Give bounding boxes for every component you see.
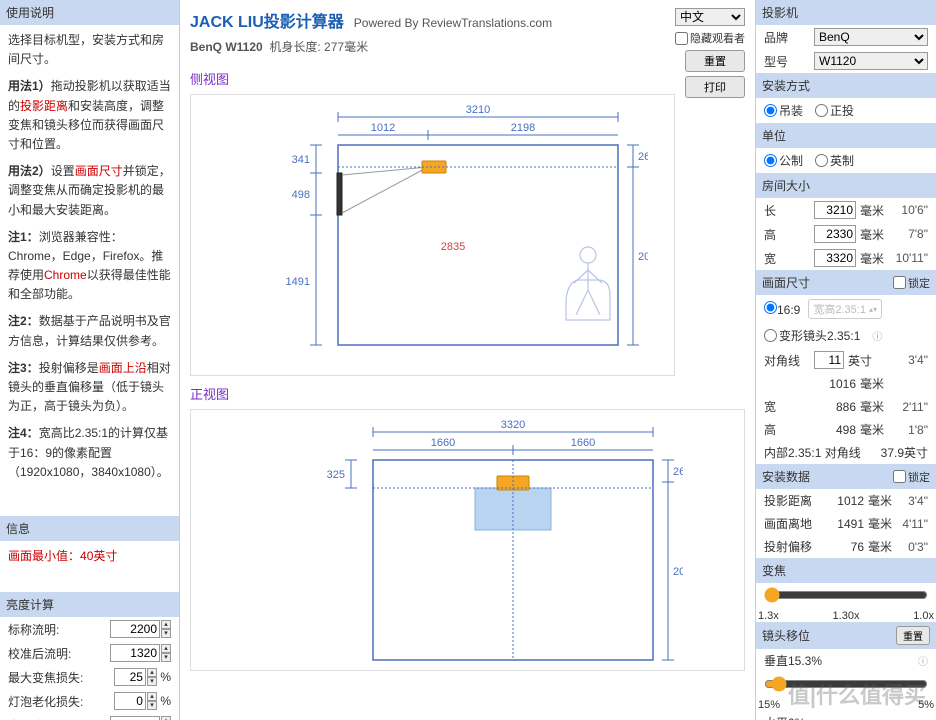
left-panel: 使用说明 选择目标机型，安装方式和房间尺寸。 用法1）拖动投影机以获取适当的投影…: [0, 0, 180, 720]
svg-text:2065: 2065: [673, 566, 683, 578]
mount-front-radio[interactable]: 正投: [815, 102, 854, 119]
lamp-age-input[interactable]: [114, 692, 146, 710]
hide-viewer-checkbox[interactable]: 隐藏观看者: [675, 30, 745, 46]
svg-text:325: 325: [326, 469, 344, 481]
rated-lumens-input[interactable]: [110, 620, 160, 638]
svg-text:498: 498: [291, 189, 309, 201]
screen-header: 画面尺寸 锁定: [756, 270, 936, 295]
screen-lock-checkbox[interactable]: 锁定: [893, 275, 930, 291]
install-lock-checkbox[interactable]: 锁定: [893, 469, 930, 485]
side-view-label: 侧视图: [190, 69, 745, 88]
subtitle: BenQ W1120 机身长度: 277毫米: [190, 38, 745, 55]
svg-text:3210: 3210: [465, 104, 489, 116]
model-select[interactable]: W1120: [814, 52, 928, 70]
room-height-input[interactable]: [814, 225, 856, 243]
front-view-diagram[interactable]: 3320 1660 1660 325 265 2065: [190, 409, 745, 671]
brand-select[interactable]: BenQ: [814, 28, 928, 46]
mount-ceiling-radio[interactable]: 吊装: [764, 102, 803, 119]
units-header: 单位: [756, 123, 936, 148]
info-body: 画面最小值：40英寸: [0, 541, 179, 572]
step-down[interactable]: ▾: [161, 629, 171, 638]
anamorphic-radio[interactable]: 变形镜头2.35:1: [764, 327, 860, 344]
center-panel: 中文 隐藏观看者 重置 打印 JACK LIU投影计算器 Powered By …: [180, 0, 756, 720]
diagonal-input[interactable]: [814, 351, 844, 369]
brightness-header: 亮度计算: [0, 592, 179, 617]
units-imperial-radio[interactable]: 英制: [815, 152, 854, 169]
svg-text:341: 341: [291, 154, 309, 166]
svg-text:1012: 1012: [370, 122, 394, 134]
svg-text:1491: 1491: [285, 276, 309, 288]
powered-by: Powered By ReviewTranslations.com: [354, 16, 552, 30]
room-header: 房间大小: [756, 173, 936, 198]
app-title: JACK LIU投影计算器: [190, 8, 344, 32]
reset-button[interactable]: 重置: [685, 50, 745, 72]
svg-text:1660: 1660: [570, 437, 594, 449]
step-up[interactable]: ▴: [161, 620, 171, 629]
shift-header: 镜头移位 重置: [756, 622, 936, 649]
mount-header: 安装方式: [756, 73, 936, 98]
info-header: 信息: [0, 516, 179, 541]
shift-reset-button[interactable]: 重置: [896, 626, 930, 645]
actual-lumens-input[interactable]: [110, 716, 160, 720]
instructions-body: 选择目标机型，安装方式和房间尺寸。 用法1）拖动投影机以获取适当的投影距离和安装…: [0, 25, 179, 496]
instructions-header: 使用说明: [0, 0, 179, 25]
vshift-slider[interactable]: [764, 676, 928, 692]
svg-text:1660: 1660: [430, 437, 454, 449]
print-button[interactable]: 打印: [685, 76, 745, 98]
install-header: 安装数据 锁定: [756, 464, 936, 489]
svg-text:2835: 2835: [440, 241, 464, 253]
side-view-diagram[interactable]: 3210 1012 2198 341 498 1491 265 2065 2835: [190, 94, 675, 376]
right-panel: 投影机 品牌BenQ 型号W1120 安装方式 吊装 正投 单位 公制 英制 房…: [756, 0, 936, 720]
zoom-loss-input[interactable]: [114, 668, 146, 686]
projector-header: 投影机: [756, 0, 936, 25]
aspect-169-radio[interactable]: 16:9: [764, 301, 800, 317]
svg-text:2198: 2198: [510, 122, 534, 134]
zoom-slider[interactable]: [764, 587, 928, 603]
front-view-label: 正视图: [190, 384, 745, 403]
calibrated-lumens-input[interactable]: [110, 644, 160, 662]
units-metric-radio[interactable]: 公制: [764, 152, 803, 169]
svg-text:2065: 2065: [638, 251, 648, 263]
svg-text:265: 265: [638, 151, 648, 163]
svg-text:265: 265: [673, 466, 683, 478]
room-length-input[interactable]: [814, 201, 856, 219]
room-width-input[interactable]: [814, 249, 856, 267]
language-select[interactable]: 中文: [675, 8, 745, 26]
zoom-header: 变焦: [756, 558, 936, 583]
aspect-235-input[interactable]: 宽高2.35:1 ▴▾: [808, 299, 882, 319]
svg-text:3320: 3320: [500, 419, 524, 431]
